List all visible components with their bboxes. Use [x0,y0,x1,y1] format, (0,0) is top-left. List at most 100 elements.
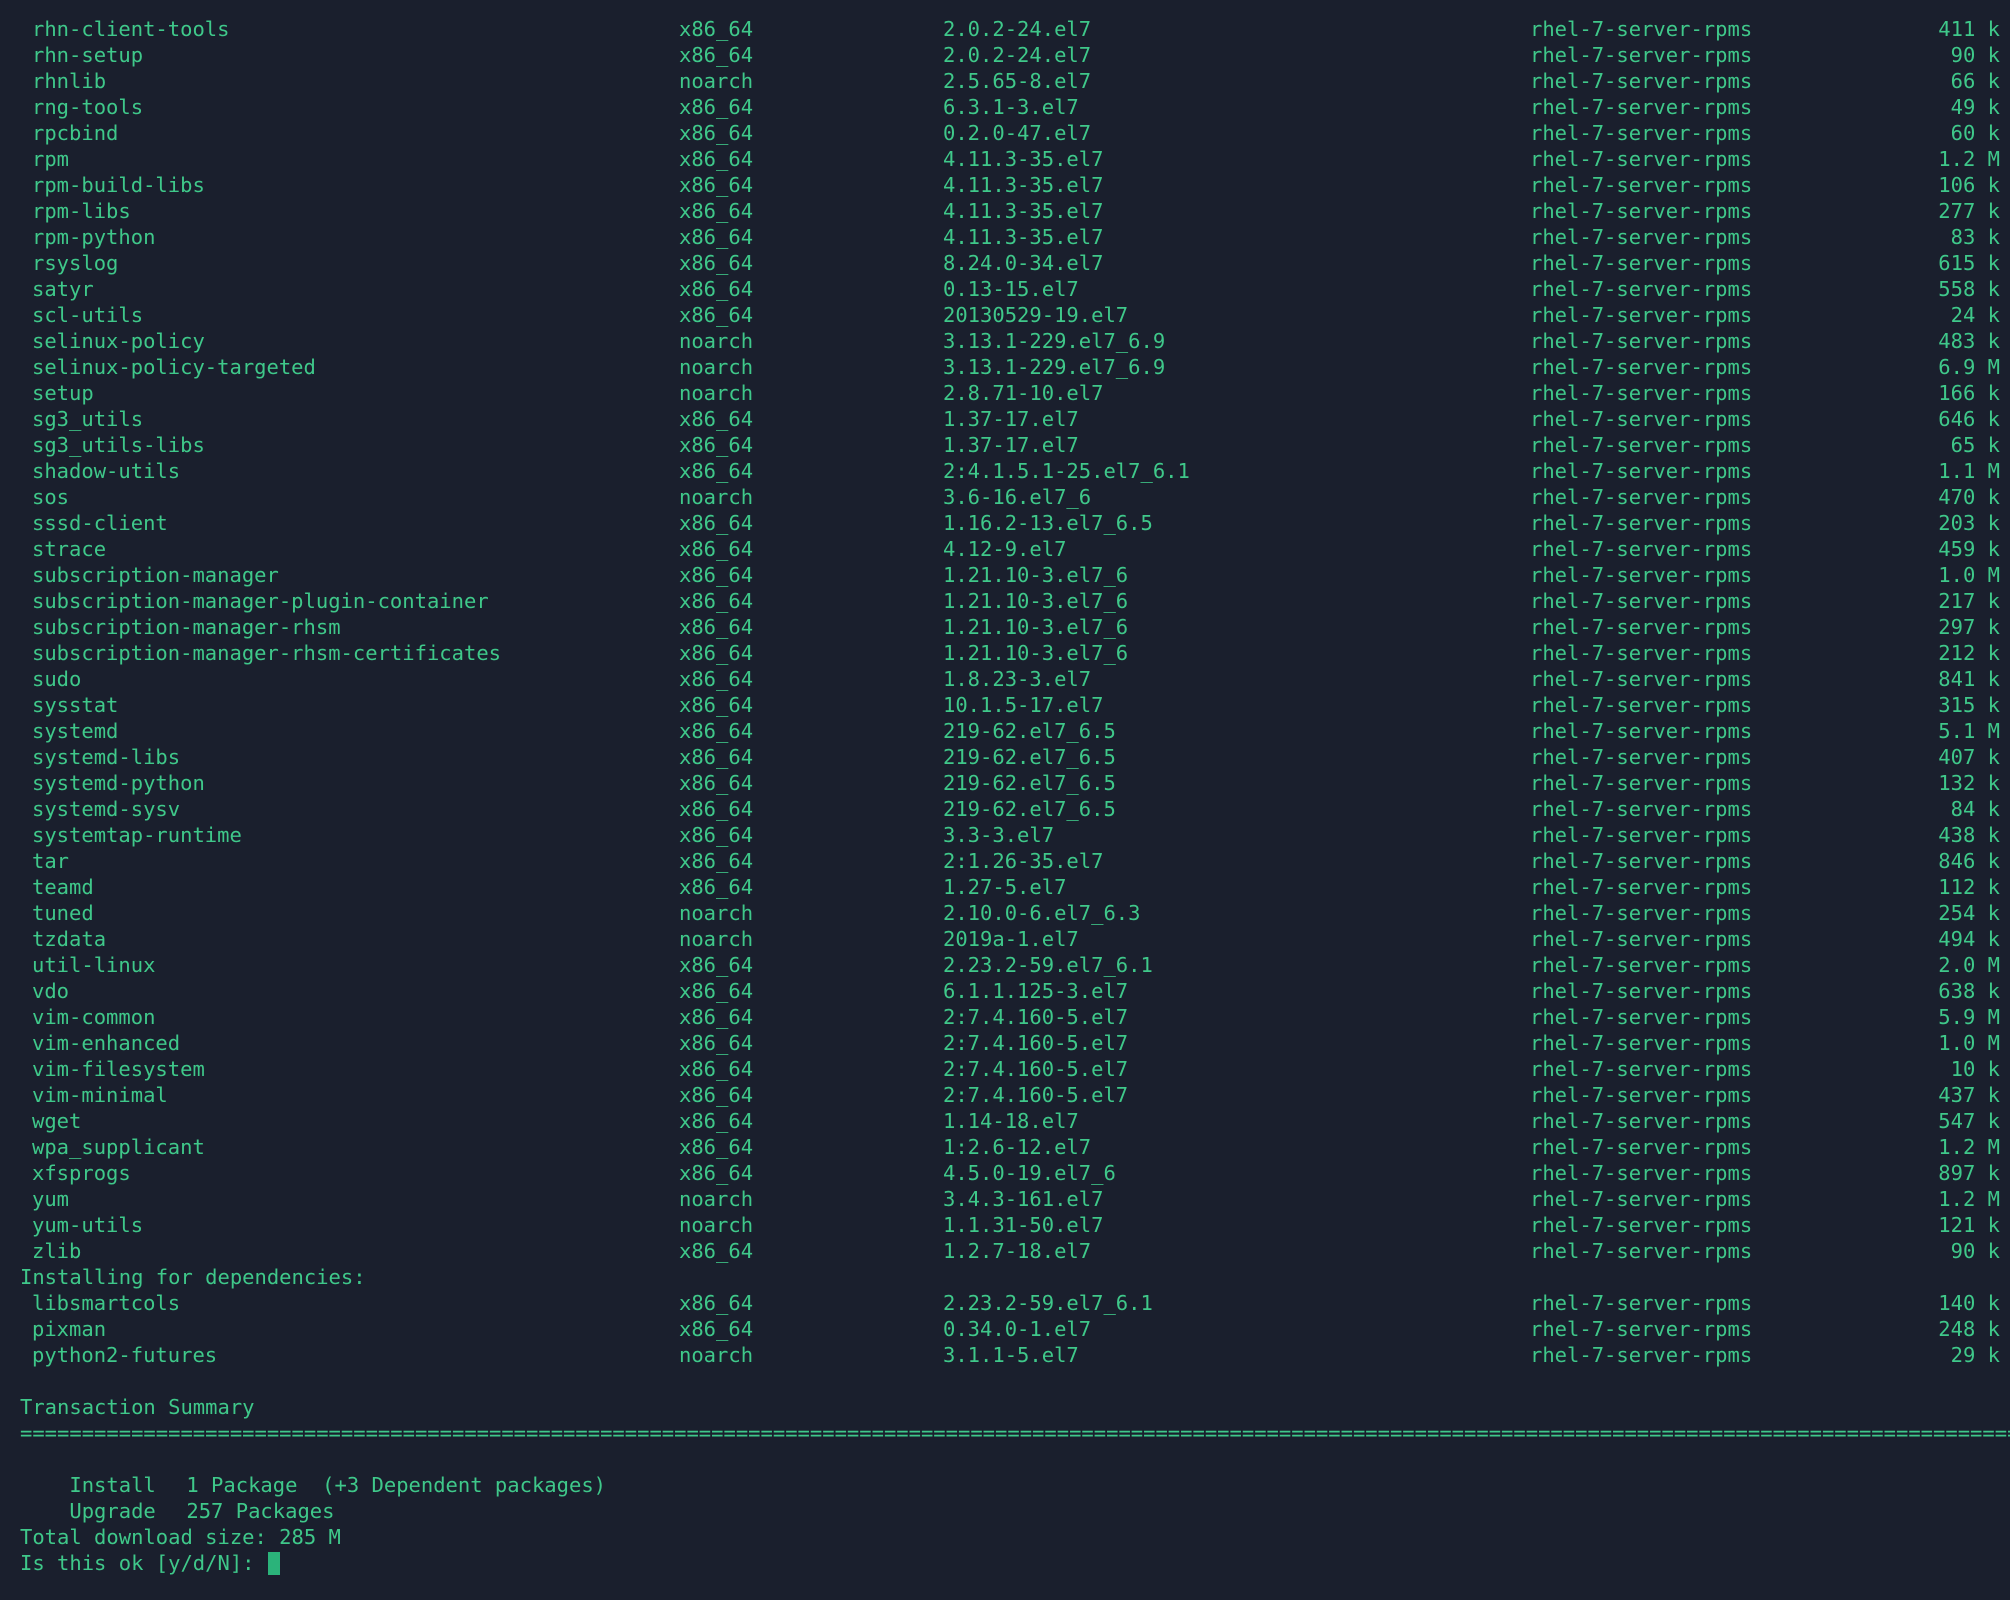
table-row: wpa_supplicant x86_64 1:2.6-12.el7 rhel-7-s… [0,1134,2010,1160]
confirm-prompt-line[interactable]: Is this ok [y/d/N]: [0,1550,2010,1576]
package-name: tar [32,849,70,873]
package-size: 547 k [1938,1109,2000,1133]
package-version: 2.5.65-8.el7 [943,69,1092,93]
table-row: sg3_utils-libs x86_64 1.37-17.el7 rhel-7-se… [0,432,2010,458]
package-repo: rhel-7-server-rpms [1530,1057,1753,1081]
package-name: vim-common [32,1005,156,1029]
package-version: 2.23.2-59.el7_6.1 [943,953,1153,977]
package-name: vdo [32,979,70,1003]
package-arch: x86_64 [679,1109,754,1133]
table-row: systemd x86_64 219-62.el7_6.5 rhel-7-server… [0,718,2010,744]
package-name: vim-minimal [32,1083,168,1107]
package-size: 1.1 M [1938,459,2000,483]
package-name: vim-filesystem [32,1057,205,1081]
package-name: scl-utils [32,303,144,327]
package-arch: noarch [679,927,754,951]
package-size: 470 k [1938,485,2000,509]
package-size: 84 k [1950,797,2000,821]
table-row: wget x86_64 1.14-18.el7 rhel-7-server-rpms 5… [0,1108,2010,1134]
package-size: 112 k [1938,875,2000,899]
package-repo: rhel-7-server-rpms [1530,771,1753,795]
package-version: 2:7.4.160-5.el7 [943,1083,1129,1107]
package-version: 1.21.10-3.el7_6 [943,615,1129,639]
package-arch: x86_64 [679,1135,754,1159]
package-size: 558 k [1938,277,2000,301]
package-size: 90 k [1950,43,2000,67]
package-name: rsyslog [32,251,119,275]
package-name: yum-utils [32,1213,144,1237]
package-version: 3.13.1-229.el7_6.9 [943,329,1166,353]
package-name: vim-enhanced [32,1031,181,1055]
package-name: systemd-sysv [32,797,181,821]
package-name: subscription-manager [32,563,279,587]
package-arch: x86_64 [679,589,754,613]
package-arch: x86_64 [679,849,754,873]
package-version: 219-62.el7_6.5 [943,719,1116,743]
package-arch: x86_64 [679,1005,754,1029]
package-name: wpa_supplicant [32,1135,205,1159]
package-version: 1.27-5.el7 [943,875,1067,899]
package-size: 49 k [1950,95,2000,119]
package-size: 494 k [1938,927,2000,951]
package-version: 6.1.1.125-3.el7 [943,979,1129,1003]
table-row: vim-enhanced x86_64 2:7.4.160-5.el7 rhel-7-… [0,1030,2010,1056]
package-version: 1.37-17.el7 [943,433,1079,457]
table-row: strace x86_64 4.12-9.el7 rhel-7-server-rpms… [0,536,2010,562]
package-version: 3.3-3.el7 [943,823,1055,847]
table-row: vim-common x86_64 2:7.4.160-5.el7 rhel-7-se… [0,1004,2010,1030]
package-repo: rhel-7-server-rpms [1530,1187,1753,1211]
package-version: 1.16.2-13.el7_6.5 [943,511,1153,535]
table-row: setup noarch 2.8.71-10.el7 rhel-7-server-rp… [0,380,2010,406]
package-version: 0.13-15.el7 [943,277,1079,301]
table-row: rpm-python x86_64 4.11.3-35.el7 rhel-7-serv… [0,224,2010,250]
package-size: 646 k [1938,407,2000,431]
package-list: rhn-client-tools x86_64 2.0.2-24.el7 rhel-7… [0,16,2010,1264]
terminal-window[interactable]: rhn-client-tools x86_64 2.0.2-24.el7 rhel-7… [0,16,2010,1600]
table-row: sos noarch 3.6-16.el7_6 rhel-7-server-rpms 4… [0,484,2010,510]
package-arch: x86_64 [679,1239,754,1263]
package-size: 841 k [1938,667,2000,691]
package-size: 5.9 M [1938,1005,2000,1029]
package-repo: rhel-7-server-rpms [1530,433,1753,457]
dependencies-header: Installing for dependencies: [20,1265,366,1289]
package-size: 438 k [1938,823,2000,847]
package-size: 437 k [1938,1083,2000,1107]
package-version: 10.1.5-17.el7 [943,693,1104,717]
package-size: 1.0 M [1938,563,2000,587]
package-size: 212 k [1938,641,2000,665]
package-name: sg3_utils [32,407,144,431]
package-version: 1.37-17.el7 [943,407,1079,431]
package-size: 1.0 M [1938,1031,2000,1055]
package-repo: rhel-7-server-rpms [1530,277,1753,301]
package-arch: x86_64 [679,1031,754,1055]
table-row: sudo x86_64 1.8.23-3.el7 rhel-7-server-rpms… [0,666,2010,692]
package-repo: rhel-7-server-rpms [1530,1291,1753,1315]
package-name: sssd-client [32,511,168,535]
package-repo: rhel-7-server-rpms [1530,407,1753,431]
package-name: sg3_utils-libs [32,433,205,457]
package-size: 65 k [1950,433,2000,457]
package-name: rpm-libs [32,199,131,223]
package-arch: noarch [679,1187,754,1211]
package-repo: rhel-7-server-rpms [1530,1239,1753,1263]
package-size: 217 k [1938,589,2000,613]
package-arch: x86_64 [679,745,754,769]
package-repo: rhel-7-server-rpms [1530,251,1753,275]
package-arch: x86_64 [679,1291,754,1315]
package-repo: rhel-7-server-rpms [1530,17,1753,41]
package-size: 277 k [1938,199,2000,223]
package-version: 4.12-9.el7 [943,537,1067,561]
package-arch: x86_64 [679,251,754,275]
package-arch: x86_64 [679,1083,754,1107]
package-name: strace [32,537,107,561]
package-size: 483 k [1938,329,2000,353]
table-row: teamd x86_64 1.27-5.el7 rhel-7-server-rpms 1… [0,874,2010,900]
table-row: rhn-setup x86_64 2.0.2-24.el7 rhel-7-server… [0,42,2010,68]
package-repo: rhel-7-server-rpms [1530,589,1753,613]
terminal-cursor[interactable] [267,1552,280,1575]
package-name: libsmartcols [32,1291,181,1315]
package-repo: rhel-7-server-rpms [1530,1317,1753,1341]
package-version: 1.1.31-50.el7 [943,1213,1104,1237]
package-repo: rhel-7-server-rpms [1530,563,1753,587]
